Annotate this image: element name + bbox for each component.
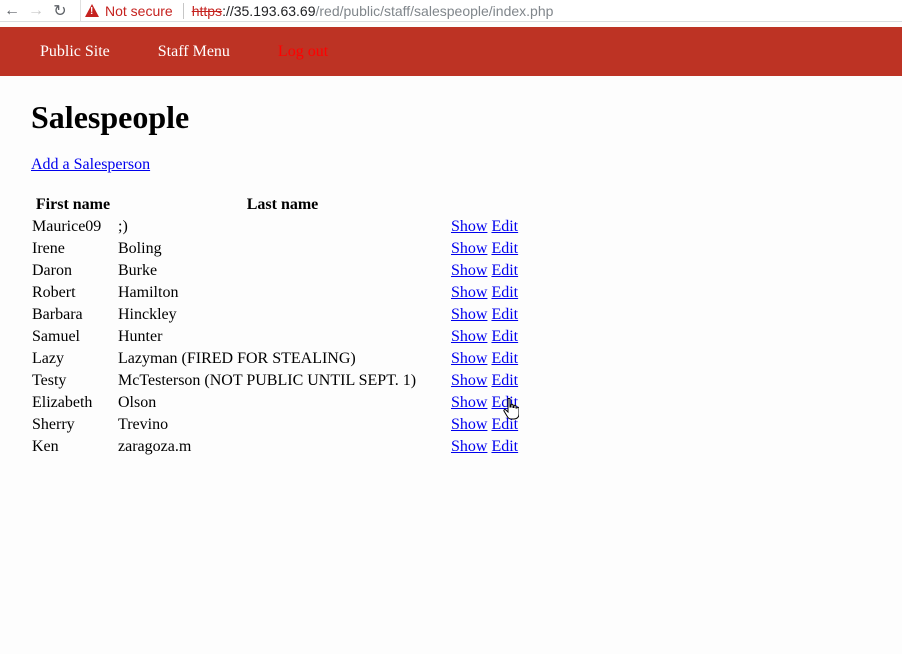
show-cell: Show — [450, 371, 488, 391]
show-link[interactable]: Show — [451, 218, 487, 235]
log-out-link[interactable]: Log out — [278, 43, 328, 61]
url-host: ://35.193.63.69 — [222, 2, 316, 19]
edit-link[interactable]: Edit — [491, 350, 518, 367]
reload-icon[interactable]: ↻ — [48, 1, 72, 21]
table-row: Maurice09;) Show Edit — [31, 217, 519, 237]
show-link[interactable]: Show — [451, 306, 487, 323]
edit-cell: Edit — [490, 349, 519, 369]
forward-arrow-icon[interactable]: → — [24, 2, 48, 20]
show-link[interactable]: Show — [451, 416, 487, 433]
table-header-row: First name Last name — [31, 195, 519, 215]
show-cell: Show — [450, 239, 488, 259]
salespeople-table: First name Last name Maurice09;) Show Edit… — [29, 193, 521, 459]
table-row: Robert Hamilton Show Edit — [31, 283, 519, 303]
first-name-cell: Irene — [32, 240, 65, 257]
first-name-cell: Ken — [32, 438, 59, 455]
add-salesperson-link[interactable]: Add a Salesperson — [31, 156, 150, 174]
last-name-cell: Hamilton — [118, 284, 179, 301]
warning-icon — [85, 4, 99, 17]
edit-cell: Edit — [490, 305, 519, 325]
edit-link[interactable]: Edit — [491, 240, 518, 257]
first-name-cell: Daron — [32, 262, 72, 279]
last-name-cell: Boling — [118, 240, 162, 257]
last-name-cell: Trevino — [118, 416, 169, 433]
omnibox-divider — [182, 2, 184, 19]
edit-cell: Edit — [490, 261, 519, 281]
staff-menu-link[interactable]: Staff Menu — [158, 43, 230, 61]
edit-link[interactable]: Edit — [491, 262, 518, 279]
edit-link[interactable]: Edit — [491, 284, 518, 301]
last-name-cell: Hunter — [118, 328, 163, 345]
edit-link[interactable]: Edit — [491, 328, 518, 345]
table-row: Lazy Lazyman (FIRED FOR STEALING) Show Edit — [31, 349, 519, 369]
edit-link[interactable]: Edit — [491, 438, 518, 455]
first-name-cell: Testy — [32, 372, 67, 389]
show-link[interactable]: Show — [451, 284, 487, 301]
table-row: Samuel Hunter Show Edit — [31, 327, 519, 347]
column-header-actions-2 — [490, 195, 519, 215]
show-link[interactable]: Show — [451, 394, 487, 411]
show-link[interactable]: Show — [451, 328, 487, 345]
table-body: Maurice09;) Show Edit Irene Boling Show Edit Da… — [31, 217, 519, 457]
edit-link[interactable]: Edit — [491, 372, 518, 389]
last-name-cell: McTesterson (NOT PUBLIC UNTIL SEPT. 1) — [118, 372, 417, 389]
table-row: Testy McTesterson (NOT PUBLIC UNTIL SEPT.… — [31, 371, 519, 391]
column-header-first-name: First name — [35, 196, 111, 213]
first-name-cell: Elizabeth — [32, 394, 93, 411]
show-cell: Show — [450, 349, 488, 369]
show-link[interactable]: Show — [451, 350, 487, 367]
show-cell: Show — [450, 305, 488, 325]
edit-link[interactable]: Edit — [491, 306, 518, 323]
not-secure-label[interactable]: Not secure — [105, 3, 173, 19]
main-content: Salespeople Add a Salesperson First name… — [31, 96, 521, 459]
show-cell: Show — [450, 217, 488, 237]
show-cell: Show — [450, 437, 488, 457]
table-row: Barbara Hinckley Show Edit — [31, 305, 519, 325]
show-cell: Show — [450, 283, 488, 303]
edit-cell: Edit — [490, 327, 519, 347]
show-cell: Show — [450, 415, 488, 435]
column-header-last-name: Last name — [246, 196, 319, 213]
back-arrow-icon[interactable]: ← — [0, 2, 24, 20]
url-scheme: https — [191, 2, 223, 19]
show-cell: Show — [450, 327, 488, 347]
first-name-cell: Robert — [32, 284, 76, 301]
first-name-cell: Samuel — [32, 328, 80, 345]
url-path: /red/public/staff/salespeople/index.php — [315, 2, 554, 19]
table-row: Elizabeth Olson Show Edit — [31, 393, 519, 413]
show-cell: Show — [450, 261, 488, 281]
public-site-link[interactable]: Public Site — [40, 43, 110, 61]
show-cell: Show — [450, 393, 488, 413]
last-name-cell: zaragoza.m — [118, 438, 192, 455]
site-header: Public Site Staff Menu Log out — [0, 27, 902, 76]
page-title: Salespeople — [31, 99, 190, 135]
show-link[interactable]: Show — [451, 240, 487, 257]
edit-cell: Edit — [490, 437, 519, 457]
table-row: Sherry Trevino Show Edit — [31, 415, 519, 435]
first-name-cell: Maurice09 — [32, 218, 102, 235]
last-name-cell: Burke — [118, 262, 158, 279]
last-name-cell: Hinckley — [118, 306, 177, 323]
edit-cell: Edit — [490, 239, 519, 259]
show-link[interactable]: Show — [451, 372, 487, 389]
edit-cell: Edit — [490, 371, 519, 391]
address-bar[interactable]: Not secure https://35.193.63.69/red/publ… — [80, 0, 902, 21]
show-link[interactable]: Show — [451, 438, 487, 455]
edit-cell: Edit — [490, 217, 519, 237]
show-link[interactable]: Show — [451, 262, 487, 279]
column-header-actions — [450, 195, 488, 215]
table-row: Daron Burke Show Edit — [31, 261, 519, 281]
hand-cursor-icon — [503, 398, 519, 420]
last-name-cell: ;) — [118, 218, 128, 235]
first-name-cell: Sherry — [32, 416, 75, 433]
first-name-cell: Lazy — [32, 350, 64, 367]
table-row: Ken zaragoza.m Show Edit — [31, 437, 519, 457]
browser-toolbar: ← → ↻ Not secure https://35.193.63.69/re… — [0, 0, 902, 22]
table-row: Irene Boling Show Edit — [31, 239, 519, 259]
edit-link[interactable]: Edit — [491, 218, 518, 235]
edit-cell: Edit — [490, 283, 519, 303]
first-name-cell: Barbara — [32, 306, 83, 323]
last-name-cell: Lazyman (FIRED FOR STEALING) — [118, 350, 356, 367]
last-name-cell: Olson — [118, 394, 157, 411]
